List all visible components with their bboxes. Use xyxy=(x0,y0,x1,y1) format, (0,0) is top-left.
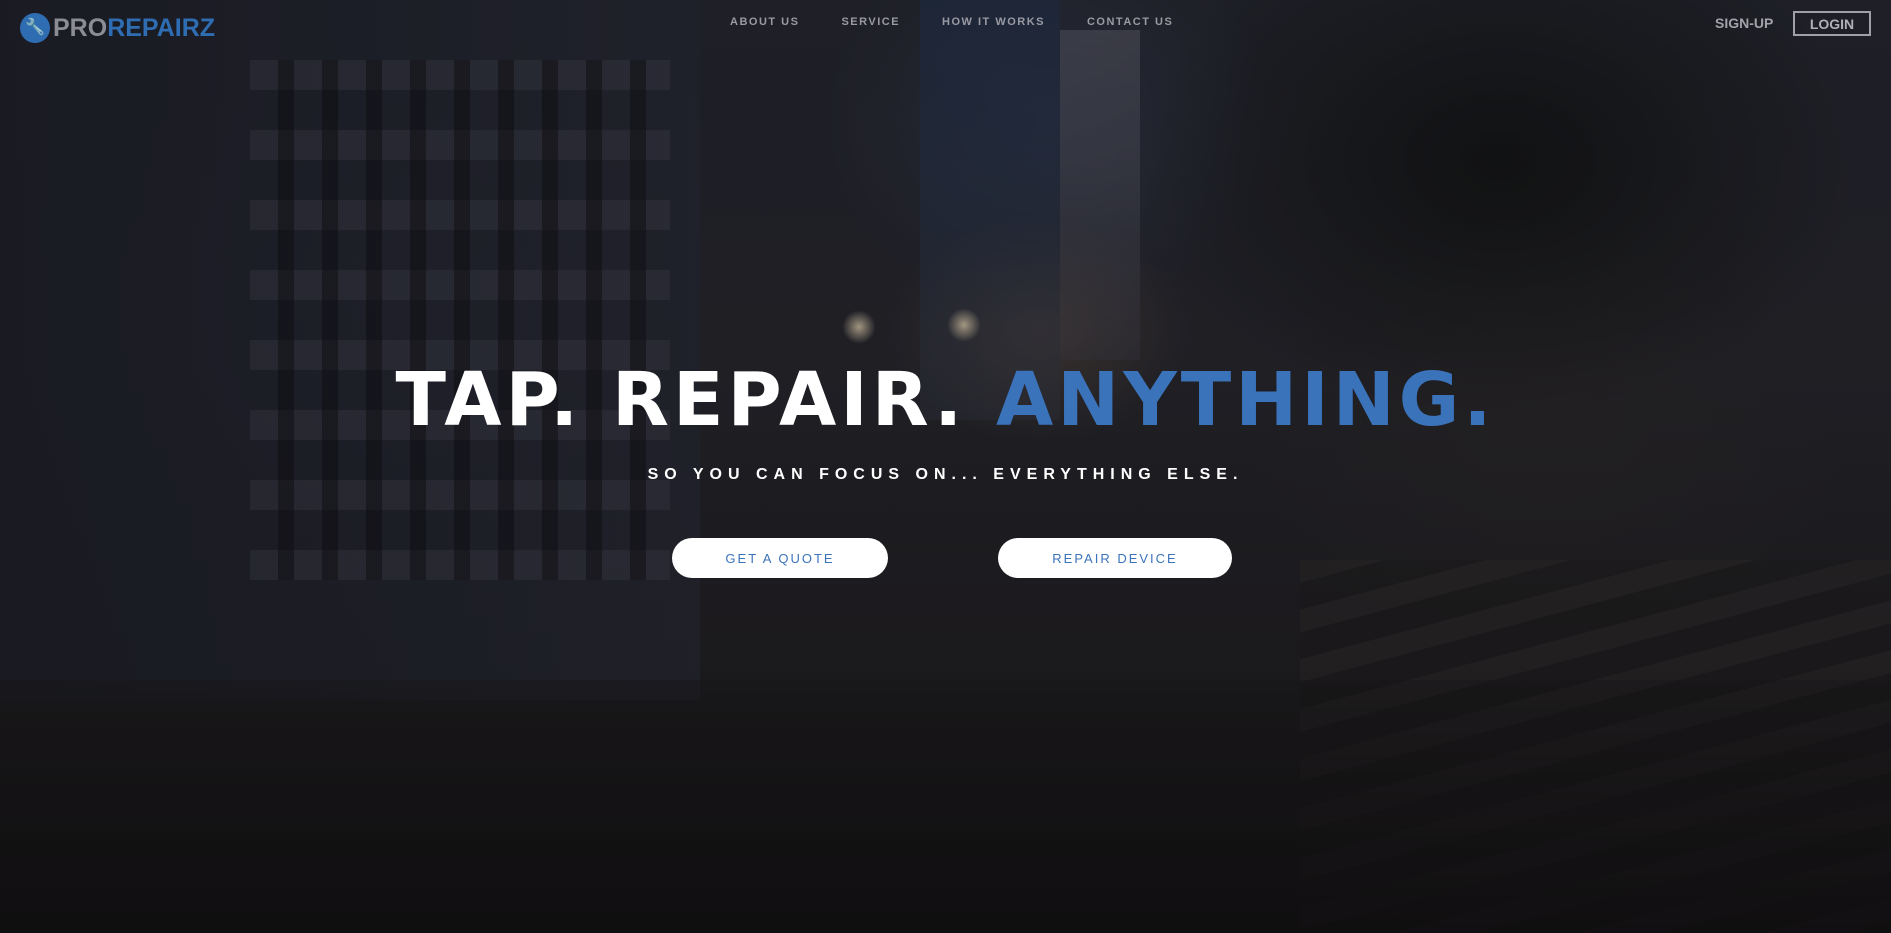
get-a-quote-button[interactable]: GET A QUOTE xyxy=(672,538,888,578)
nav-item-about-us[interactable]: ABOUT US xyxy=(730,16,799,28)
headline-part2: ANYTHING. xyxy=(996,357,1496,443)
wrench-icon: 🔧 xyxy=(20,13,50,43)
nav-item-contact-us[interactable]: CONTACT US xyxy=(1087,16,1173,28)
brand-logo[interactable]: 🔧 PROREPAIRZ xyxy=(20,13,215,43)
hero-subheadline: SO YOU CAN FOCUS ON... EVERYTHING ELSE. xyxy=(647,466,1244,483)
main-menu: ABOUT US SERVICE HOW IT WORKS CONTACT US xyxy=(730,16,1215,28)
hero-headline: TAP. REPAIR. ANYTHING. xyxy=(0,360,1891,440)
nav-item-how-it-works[interactable]: HOW IT WORKS xyxy=(942,16,1045,28)
nav-item-service[interactable]: SERVICE xyxy=(841,16,900,28)
brand-name-part2: REPAIRZ xyxy=(107,13,216,42)
login-button[interactable]: LOGIN xyxy=(1793,11,1871,36)
hero-section: 🔧 PROREPAIRZ ABOUT US SERVICE HOW IT WOR… xyxy=(0,0,1891,933)
headline-part1: TAP. REPAIR. xyxy=(395,357,997,443)
repair-device-button[interactable]: REPAIR DEVICE xyxy=(998,538,1232,578)
top-navigation: 🔧 PROREPAIRZ ABOUT US SERVICE HOW IT WOR… xyxy=(0,0,1891,46)
brand-name-part1: PRO xyxy=(53,13,108,42)
brand-name: PROREPAIRZ xyxy=(53,14,215,43)
signup-link[interactable]: SIGN-UP xyxy=(1715,15,1773,31)
